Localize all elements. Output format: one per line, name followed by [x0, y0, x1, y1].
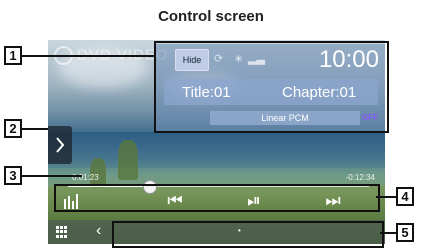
callout-leader — [376, 196, 396, 198]
callout-number: 3 — [4, 166, 22, 185]
callout-leader — [22, 128, 48, 130]
callout-leader — [380, 232, 396, 234]
remaining-time: -0:12:34 — [345, 173, 375, 182]
callout-number: 5 — [396, 223, 414, 242]
chevron-right-icon — [56, 137, 65, 153]
callout-frame-info — [154, 41, 389, 133]
callout-number: 4 — [396, 187, 414, 206]
side-menu-tab[interactable] — [48, 126, 72, 164]
callout-leader — [22, 55, 154, 57]
chevron-left-icon[interactable]: ‹ — [96, 222, 101, 240]
callout-frame-controls — [54, 184, 380, 212]
callout-leader — [22, 175, 82, 177]
page-heading: Control screen — [158, 8, 264, 25]
callout-number: 1 — [4, 46, 22, 65]
callout-number: 2 — [4, 119, 22, 138]
plant-shape — [118, 140, 138, 180]
menu-grid-icon[interactable] — [56, 226, 68, 238]
